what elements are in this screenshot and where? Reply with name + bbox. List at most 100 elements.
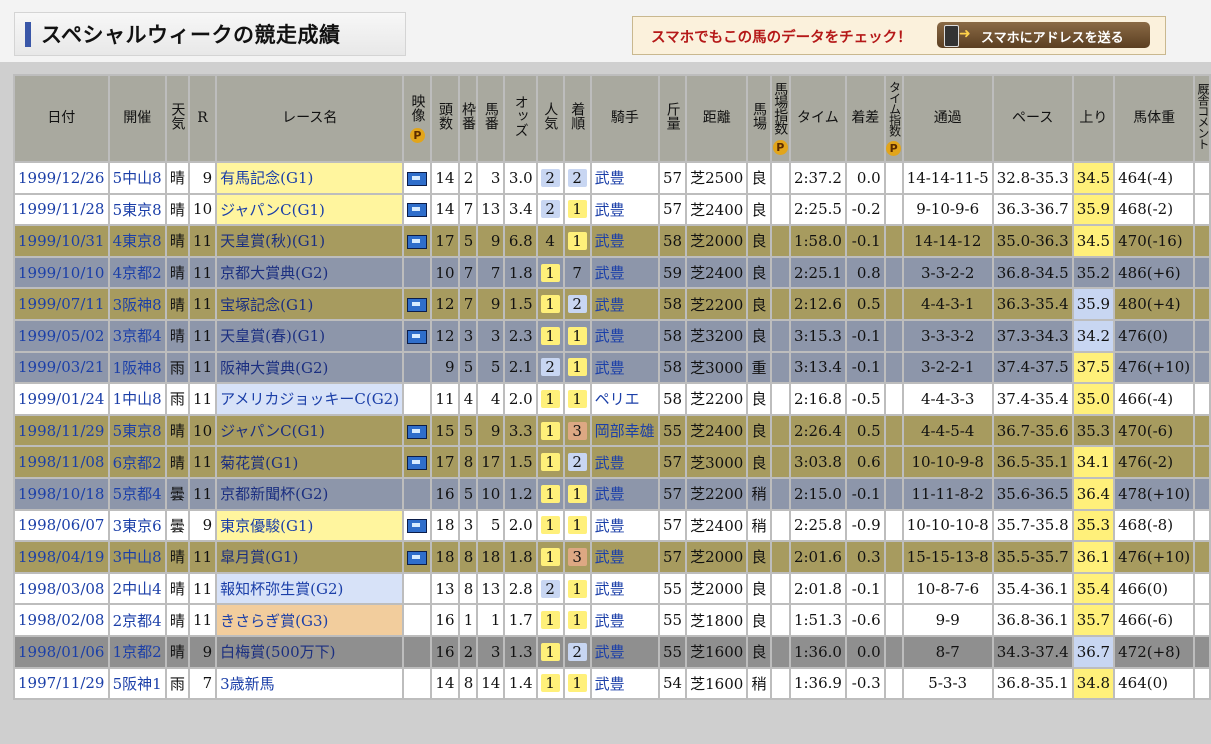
race-name-link[interactable]: ジャパンC(G1)	[217, 415, 403, 446]
jockey-link[interactable]: 武豊	[591, 478, 659, 509]
runners-cell: 16	[432, 478, 458, 509]
race-date-link[interactable]: 1998/11/08	[15, 447, 108, 477]
race-date-link[interactable]: 1999/12/26	[15, 163, 108, 193]
race-date-link[interactable]: 1998/04/19	[15, 542, 108, 572]
jockey-link[interactable]: 武豊	[591, 320, 659, 351]
video-cell[interactable]	[404, 415, 431, 446]
race-name-link[interactable]: ジャパンC(G1)	[217, 194, 403, 225]
venue-link[interactable]: 4京都2	[109, 257, 165, 288]
table-row: 1999/10/31 4東京8 晴 11 天皇賞(秋)(G1) 17 5 9 6.8 4 1 武豊 58…	[15, 226, 1209, 256]
race-date-link[interactable]: 1999/11/28	[15, 194, 108, 225]
video-icon[interactable]	[407, 171, 428, 186]
send-address-button[interactable]: ➜ スマホにアドレスを送る	[937, 22, 1150, 48]
race-date-link[interactable]: 1997/11/29	[15, 668, 108, 699]
race-name-link[interactable]: 京都大賞典(G2)	[217, 257, 403, 288]
video-cell[interactable]	[404, 163, 431, 193]
race-name-link[interactable]: アメリカジョッキーC(G2)	[217, 384, 403, 414]
race-date-link[interactable]: 1999/05/02	[15, 320, 108, 351]
video-cell[interactable]	[404, 194, 431, 225]
jockey-link[interactable]: 武豊	[591, 636, 659, 667]
jockey-link[interactable]: 武豊	[591, 352, 659, 383]
race-name-link[interactable]: 菊花賞(G1)	[217, 447, 403, 477]
race-date-link[interactable]: 1999/01/24	[15, 384, 108, 414]
race-name-link[interactable]: 東京優駿(G1)	[217, 510, 403, 541]
venue-link[interactable]: 5東京8	[109, 415, 165, 446]
video-icon[interactable]	[407, 550, 428, 565]
jockey-link[interactable]: 武豊	[591, 573, 659, 604]
video-cell[interactable]	[404, 289, 431, 319]
video-icon[interactable]	[407, 298, 428, 313]
video-icon[interactable]	[407, 329, 428, 344]
video-cell[interactable]	[404, 510, 431, 541]
race-name-link[interactable]: 報知杯弥生賞(G2)	[217, 573, 403, 604]
race-name-link[interactable]: 天皇賞(春)(G1)	[217, 320, 403, 351]
venue-link[interactable]: 3中山8	[109, 542, 165, 572]
video-icon[interactable]	[407, 456, 428, 471]
video-icon[interactable]	[407, 234, 428, 249]
race-date-link[interactable]: 1998/03/08	[15, 573, 108, 604]
venue-link[interactable]: 1阪神8	[109, 352, 165, 383]
race-date-link[interactable]: 1998/10/18	[15, 478, 108, 509]
distance-cell: 芝2000	[687, 542, 747, 572]
race-date-link[interactable]: 1998/02/08	[15, 605, 108, 635]
video-icon[interactable]	[407, 519, 428, 534]
race-date-link[interactable]: 1999/07/11	[15, 289, 108, 319]
jockey-link[interactable]: 武豊	[591, 226, 659, 256]
race-name-link[interactable]: 有馬記念(G1)	[217, 163, 403, 193]
pace-cell: 36.8-34.5	[993, 257, 1072, 288]
video-cell[interactable]	[404, 226, 431, 256]
body-weight-cell: 478(+10)	[1115, 478, 1194, 509]
venue-link[interactable]: 1中山8	[109, 384, 165, 414]
pace-cell: 36.3-35.4	[993, 289, 1072, 319]
race-date-link[interactable]: 1999/10/31	[15, 226, 108, 256]
jockey-link[interactable]: 武豊	[591, 605, 659, 635]
venue-link[interactable]: 1京都2	[109, 636, 165, 667]
race-date-link[interactable]: 1998/11/29	[15, 415, 108, 446]
race-date-link[interactable]: 1998/06/07	[15, 510, 108, 541]
race-name-link[interactable]: 宝塚記念(G1)	[217, 289, 403, 319]
time-cell: 2:37.2	[790, 163, 845, 193]
race-date-link[interactable]: 1999/03/21	[15, 352, 108, 383]
jockey-link[interactable]: 武豊	[591, 510, 659, 541]
venue-link[interactable]: 5阪神1	[109, 668, 165, 699]
pace-cell: 34.3-37.4	[993, 636, 1072, 667]
jockey-link[interactable]: 武豊	[591, 542, 659, 572]
venue-link[interactable]: 5東京8	[109, 194, 165, 225]
race-name-link[interactable]: 3歳新馬	[217, 668, 403, 699]
race-date-link[interactable]: 1999/10/10	[15, 257, 108, 288]
venue-link[interactable]: 6京都2	[109, 447, 165, 477]
race-date-link[interactable]: 1998/01/06	[15, 636, 108, 667]
jockey-link[interactable]: 武豊	[591, 289, 659, 319]
video-cell	[404, 352, 431, 383]
venue-link[interactable]: 4東京8	[109, 226, 165, 256]
video-icon[interactable]	[407, 203, 428, 218]
race-name-link[interactable]: きさらぎ賞(G3)	[217, 605, 403, 635]
jockey-link[interactable]: 武豊	[591, 194, 659, 225]
venue-link[interactable]: 3京都4	[109, 320, 165, 351]
race-name-link[interactable]: 天皇賞(秋)(G1)	[217, 226, 403, 256]
venue-link[interactable]: 2中山4	[109, 573, 165, 604]
video-cell[interactable]	[404, 447, 431, 477]
video-cell	[404, 478, 431, 509]
odds-cell: 2.1	[505, 352, 536, 383]
jockey-link[interactable]: 武豊	[591, 257, 659, 288]
venue-link[interactable]: 2京都4	[109, 605, 165, 635]
venue-link[interactable]: 3東京6	[109, 510, 165, 541]
race-name-link[interactable]: 阪神大賞典(G2)	[217, 352, 403, 383]
video-cell[interactable]	[404, 320, 431, 351]
jockey-link[interactable]: 武豊	[591, 668, 659, 699]
jockey-link[interactable]: 武豊	[591, 163, 659, 193]
venue-link[interactable]: 5京都4	[109, 478, 165, 509]
race-name-link[interactable]: 京都新聞杯(G2)	[217, 478, 403, 509]
jockey-link[interactable]: 岡部幸雄	[591, 415, 659, 446]
venue-link[interactable]: 3阪神8	[109, 289, 165, 319]
race-name-link[interactable]: 白梅賞(500万下)	[217, 636, 403, 667]
video-cell[interactable]	[404, 542, 431, 572]
jockey-link[interactable]: ペリエ	[591, 384, 659, 414]
venue-link[interactable]: 5中山8	[109, 163, 165, 193]
margin-cell: -0.6	[846, 605, 884, 635]
race-name-link[interactable]: 皐月賞(G1)	[217, 542, 403, 572]
time-cell: 2:01.8	[790, 573, 845, 604]
video-icon[interactable]	[407, 424, 428, 439]
jockey-link[interactable]: 武豊	[591, 447, 659, 477]
